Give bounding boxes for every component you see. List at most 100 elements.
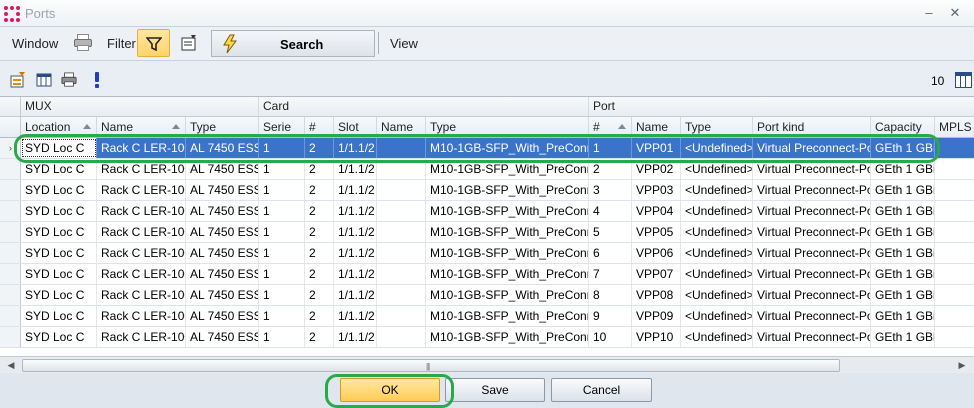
column-header-mux-type[interactable]: Type bbox=[186, 117, 259, 137]
cell-card-slot[interactable]: 1/1.1/2 bbox=[334, 222, 377, 242]
cell-mux-type[interactable]: AL 7450 ESS7 bbox=[186, 138, 259, 158]
cell-card-name[interactable] bbox=[377, 180, 426, 200]
cell-mux-name[interactable]: Rack C LER-1002 bbox=[97, 264, 186, 284]
cell-port-type[interactable]: <Undefined> bbox=[681, 306, 753, 326]
cell-port-number[interactable]: 6 bbox=[589, 243, 632, 263]
column-header-card-number[interactable]: # bbox=[305, 117, 334, 137]
cell-port-mpls[interactable] bbox=[935, 306, 974, 326]
cell-mux-location[interactable]: SYD Loc C bbox=[21, 264, 97, 284]
cell-mux-location[interactable]: SYD Loc C bbox=[21, 138, 97, 158]
row-indicator[interactable] bbox=[0, 159, 21, 179]
cell-port-name[interactable]: VPP01 bbox=[632, 138, 681, 158]
cell-port-type[interactable]: <Undefined> bbox=[681, 159, 753, 179]
table-row[interactable]: SYD Loc CRack C LER-1002AL 7450 ESS7121/… bbox=[0, 327, 974, 348]
cell-port-number[interactable]: 2 bbox=[589, 159, 632, 179]
row-indicator[interactable] bbox=[0, 306, 21, 326]
sort-ascending-icon[interactable] bbox=[172, 124, 180, 129]
cell-mux-name[interactable]: Rack C LER-1002 bbox=[97, 285, 186, 305]
save-button[interactable]: Save bbox=[445, 378, 545, 402]
cell-card-name[interactable] bbox=[377, 306, 426, 326]
cell-mux-name[interactable]: Rack C LER-1002 bbox=[97, 306, 186, 326]
cell-card-serie[interactable]: 1 bbox=[259, 159, 305, 179]
cell-card-slot[interactable]: 1/1.1/2 bbox=[334, 306, 377, 326]
table-row[interactable]: SYD Loc CRack C LER-1002AL 7450 ESS7121/… bbox=[0, 201, 974, 222]
column-chooser-icon[interactable] bbox=[955, 72, 972, 88]
cell-port-type[interactable]: <Undefined> bbox=[681, 243, 753, 263]
cell-mux-type[interactable]: AL 7450 ESS7 bbox=[186, 264, 259, 284]
column-header-card-serie[interactable]: Serie bbox=[259, 117, 305, 137]
cell-port-capacity[interactable]: GEth 1 GBit bbox=[871, 327, 935, 347]
filter-button[interactable] bbox=[137, 29, 170, 57]
cell-port-capacity[interactable]: GEth 1 GBit bbox=[871, 264, 935, 284]
column-header-port-capacity[interactable]: Capacity bbox=[871, 117, 935, 137]
column-header-port-kind[interactable]: Port kind bbox=[753, 117, 871, 137]
cell-port-capacity[interactable]: GEth 1 GBit bbox=[871, 201, 935, 221]
cell-port-name[interactable]: VPP02 bbox=[632, 159, 681, 179]
cell-mux-name[interactable]: Rack C LER-1002 bbox=[97, 327, 186, 347]
window-menu[interactable]: Window bbox=[12, 36, 58, 51]
cell-mux-location[interactable]: SYD Loc C bbox=[21, 306, 97, 326]
row-indicator[interactable] bbox=[0, 180, 21, 200]
cell-card-number[interactable]: 2 bbox=[305, 243, 334, 263]
row-indicator[interactable]: › bbox=[0, 138, 21, 158]
cell-port-kind[interactable]: Virtual Preconnect-Port bbox=[753, 138, 871, 158]
scroll-left-icon[interactable]: ◀ bbox=[4, 359, 18, 372]
cell-card-serie[interactable]: 1 bbox=[259, 327, 305, 347]
cell-card-slot[interactable]: 1/1.1/2 bbox=[334, 159, 377, 179]
cell-card-serie[interactable]: 1 bbox=[259, 243, 305, 263]
cell-mux-type[interactable]: AL 7450 ESS7 bbox=[186, 201, 259, 221]
column-header-card-slot[interactable]: Slot bbox=[334, 117, 377, 137]
column-header-port-type[interactable]: Type bbox=[681, 117, 753, 137]
cell-card-name[interactable] bbox=[377, 264, 426, 284]
row-indicator[interactable] bbox=[0, 327, 21, 347]
cell-port-mpls[interactable] bbox=[935, 159, 974, 179]
cell-mux-type[interactable]: AL 7450 ESS7 bbox=[186, 222, 259, 242]
cell-card-number[interactable]: 2 bbox=[305, 264, 334, 284]
cell-mux-type[interactable]: AL 7450 ESS7 bbox=[186, 306, 259, 326]
cell-port-kind[interactable]: Virtual Preconnect-Port bbox=[753, 327, 871, 347]
cell-port-capacity[interactable]: GEth 1 GBit bbox=[871, 222, 935, 242]
cell-card-type[interactable]: M10-1GB-SFP_With_PreConnect bbox=[426, 159, 589, 179]
column-header-port-number[interactable]: # bbox=[589, 117, 632, 137]
cell-mux-location[interactable]: SYD Loc C bbox=[21, 243, 97, 263]
cell-card-name[interactable] bbox=[377, 243, 426, 263]
cell-mux-name[interactable]: Rack C LER-1002 bbox=[97, 138, 186, 158]
cell-port-number[interactable]: 8 bbox=[589, 285, 632, 305]
column-header-card-name[interactable]: Name bbox=[377, 117, 426, 137]
cell-port-kind[interactable]: Virtual Preconnect-Port bbox=[753, 159, 871, 179]
scroll-right-icon[interactable]: ▶ bbox=[955, 359, 969, 372]
cell-port-name[interactable]: VPP05 bbox=[632, 222, 681, 242]
cell-port-name[interactable]: VPP06 bbox=[632, 243, 681, 263]
cell-card-slot[interactable]: 1/1.1/2 bbox=[334, 180, 377, 200]
filter-properties-icon[interactable] bbox=[180, 34, 198, 52]
column-header-port-name[interactable]: Name bbox=[632, 117, 681, 137]
cell-card-name[interactable] bbox=[377, 222, 426, 242]
table-row[interactable]: SYD Loc CRack C LER-1002AL 7450 ESS7121/… bbox=[0, 285, 974, 306]
cell-port-type[interactable]: <Undefined> bbox=[681, 264, 753, 284]
column-header-mux-name[interactable]: Name bbox=[97, 117, 186, 137]
cell-port-number[interactable]: 9 bbox=[589, 306, 632, 326]
cell-card-number[interactable]: 2 bbox=[305, 285, 334, 305]
cell-port-name[interactable]: VPP10 bbox=[632, 327, 681, 347]
cell-card-type[interactable]: M10-1GB-SFP_With_PreConnect bbox=[426, 243, 589, 263]
cell-card-name[interactable] bbox=[377, 159, 426, 179]
cell-port-capacity[interactable]: GEth 1 GBit bbox=[871, 243, 935, 263]
cell-mux-type[interactable]: AL 7450 ESS7 bbox=[186, 243, 259, 263]
table-row[interactable]: SYD Loc CRack C LER-1002AL 7450 ESS7121/… bbox=[0, 159, 974, 180]
minimize-icon[interactable]: – bbox=[920, 4, 938, 22]
table-row[interactable]: SYD Loc CRack C LER-1002AL 7450 ESS7121/… bbox=[0, 180, 974, 201]
cell-port-capacity[interactable]: GEth 1 GBit bbox=[871, 180, 935, 200]
cell-port-type[interactable]: <Undefined> bbox=[681, 201, 753, 221]
cell-port-kind[interactable]: Virtual Preconnect-Port bbox=[753, 222, 871, 242]
horizontal-scrollbar[interactable]: ◀ ||| ▶ bbox=[0, 356, 974, 373]
edit-filter-icon[interactable] bbox=[10, 72, 26, 88]
cell-mux-location[interactable]: SYD Loc C bbox=[21, 180, 97, 200]
cell-mux-location[interactable]: SYD Loc C bbox=[21, 159, 97, 179]
column-header-port-mpls[interactable]: MPLS bbox=[935, 117, 974, 137]
cell-port-kind[interactable]: Virtual Preconnect-Port bbox=[753, 264, 871, 284]
cell-card-name[interactable] bbox=[377, 285, 426, 305]
cell-port-kind[interactable]: Virtual Preconnect-Port bbox=[753, 243, 871, 263]
cell-card-slot[interactable]: 1/1.1/2 bbox=[334, 201, 377, 221]
table-row[interactable]: ›SYD Loc CRack C LER-1002AL 7450 ESS7121… bbox=[0, 138, 974, 159]
cell-port-kind[interactable]: Virtual Preconnect-Port bbox=[753, 201, 871, 221]
